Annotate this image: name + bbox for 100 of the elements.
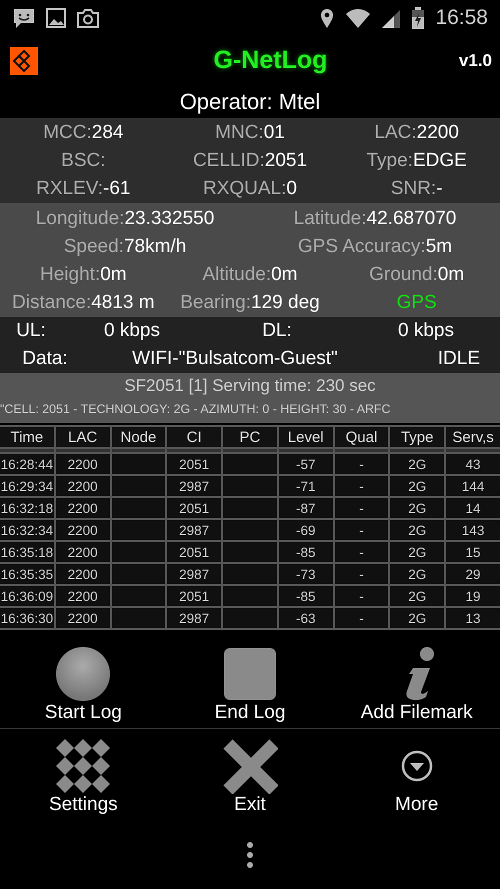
image-icon	[46, 8, 66, 28]
field-value: 5m	[426, 236, 452, 257]
table-cell: -71	[278, 476, 333, 496]
app-logo-icon	[10, 46, 38, 74]
diamond-grid-icon	[55, 738, 112, 794]
status-text: GPS	[396, 292, 437, 313]
menu-item[interactable]: Add Filemark	[333, 632, 500, 729]
menu-item[interactable]: End Log	[166, 632, 334, 729]
column-header[interactable]: Type	[390, 427, 444, 447]
table-cell: -	[334, 476, 388, 496]
table-cell: 29	[446, 564, 500, 584]
table-cell: 2G	[390, 520, 444, 540]
field-label: GPS Accuracy:	[298, 236, 426, 257]
menu-item[interactable]: Start Log	[0, 632, 167, 729]
serving-time-text: SF2051 [1] Serving time: 230 sec	[123, 375, 377, 397]
table-cell: 14	[446, 498, 500, 518]
table-cell: 2200	[56, 608, 110, 628]
field-label: BSC:	[61, 150, 106, 171]
field-label: RXLEV:	[36, 178, 104, 199]
table-cell: -69	[278, 520, 333, 540]
table-cell: 19	[446, 586, 500, 606]
table-cell: 2051	[167, 586, 222, 606]
field-value: 42.687070	[366, 208, 456, 229]
table-cell: 16:32:34	[0, 520, 54, 540]
field-value: 0m	[100, 264, 127, 285]
menu-item[interactable]: Settings	[0, 729, 167, 820]
table-cell: 2G	[390, 586, 444, 606]
data-text: 0 kbps	[397, 320, 455, 342]
table-cell: -	[334, 520, 388, 540]
field-value: 129 deg	[251, 292, 320, 313]
table-cell: 2987	[167, 608, 222, 628]
table-cell: 2200	[56, 564, 110, 584]
field-label: MNC:	[215, 122, 264, 143]
table-cell: 16:35:35	[0, 564, 54, 584]
field-label: Ground:	[369, 264, 438, 285]
field-label: Altitude:	[202, 264, 272, 285]
column-header[interactable]: PC	[223, 427, 277, 447]
menu-item[interactable]: Exit	[166, 729, 334, 820]
overflow-menu-icon[interactable]	[245, 840, 255, 868]
table-cell: -	[334, 564, 388, 584]
field-label: Height:	[40, 264, 100, 285]
field-value: 0	[286, 178, 297, 199]
field-value: 78km/h	[124, 236, 186, 257]
table-cell: 2200	[56, 476, 110, 496]
column-header[interactable]: Qual	[334, 427, 388, 447]
table-cell: 2200	[56, 498, 110, 518]
clock: 16:58	[435, 6, 488, 30]
version-label: v1.0	[458, 50, 492, 70]
location-icon	[319, 7, 336, 29]
field-label: Distance:	[12, 292, 92, 313]
signal-icon	[381, 8, 402, 28]
menu-item[interactable]: More	[333, 729, 500, 820]
field-value: 4813 m	[91, 292, 155, 313]
column-header[interactable]: Node	[112, 427, 166, 447]
table-cell: 16:29:34	[0, 476, 54, 496]
table-cell: 2051	[167, 454, 222, 474]
table-cell: -	[334, 542, 388, 562]
field-label: Speed:	[64, 236, 124, 257]
camera-icon	[76, 7, 100, 29]
chat-icon	[12, 7, 36, 29]
operator-name: Operator: Mtel	[178, 88, 322, 116]
field-label: Type:	[366, 150, 413, 171]
table-cell: 2987	[167, 564, 222, 584]
data-text: DL:	[261, 320, 293, 342]
table-cell: -85	[278, 586, 333, 606]
table-cell: 2G	[390, 454, 444, 474]
table-cell: -63	[278, 608, 333, 628]
column-header[interactable]: CI	[167, 427, 222, 447]
column-header[interactable]: Time	[0, 427, 54, 447]
column-header[interactable]: LAC	[56, 427, 110, 447]
field-value: -	[436, 178, 443, 199]
field-label: SNR:	[390, 178, 436, 199]
table-cell: 2G	[390, 498, 444, 518]
table-cell: 2G	[390, 608, 444, 628]
field-value: 284	[92, 122, 124, 143]
app-title: G-NetLog	[214, 46, 328, 75]
table-cell: 2200	[56, 542, 110, 562]
field-value: 2200	[416, 122, 459, 143]
column-header[interactable]: Serv,s	[446, 427, 500, 447]
data-text: IDLE	[436, 348, 481, 370]
table-cell: 16:35:18	[0, 542, 54, 562]
table-cell: 2200	[56, 520, 110, 540]
table-cell: 2987	[167, 520, 222, 540]
data-text: 0 kbps	[103, 320, 161, 342]
data-text: Data:	[21, 348, 69, 370]
field-value: 01	[264, 122, 285, 143]
table-cell: -87	[278, 498, 333, 518]
table-cell: 2051	[167, 542, 222, 562]
table-cell: 15	[446, 542, 500, 562]
field-label: Longitude:	[36, 208, 124, 229]
stop-icon	[222, 646, 278, 702]
field-label: CELLID:	[192, 150, 265, 171]
table-cell: 2200	[56, 454, 110, 474]
field-label: LAC:	[374, 122, 417, 143]
table-cell: 2051	[167, 498, 222, 518]
field-value: 2051	[264, 150, 308, 171]
table-cell: 16:36:09	[0, 586, 54, 606]
column-header[interactable]: Level	[278, 427, 333, 447]
data-text: UL:	[15, 320, 47, 342]
table-cell: 144	[446, 476, 500, 496]
